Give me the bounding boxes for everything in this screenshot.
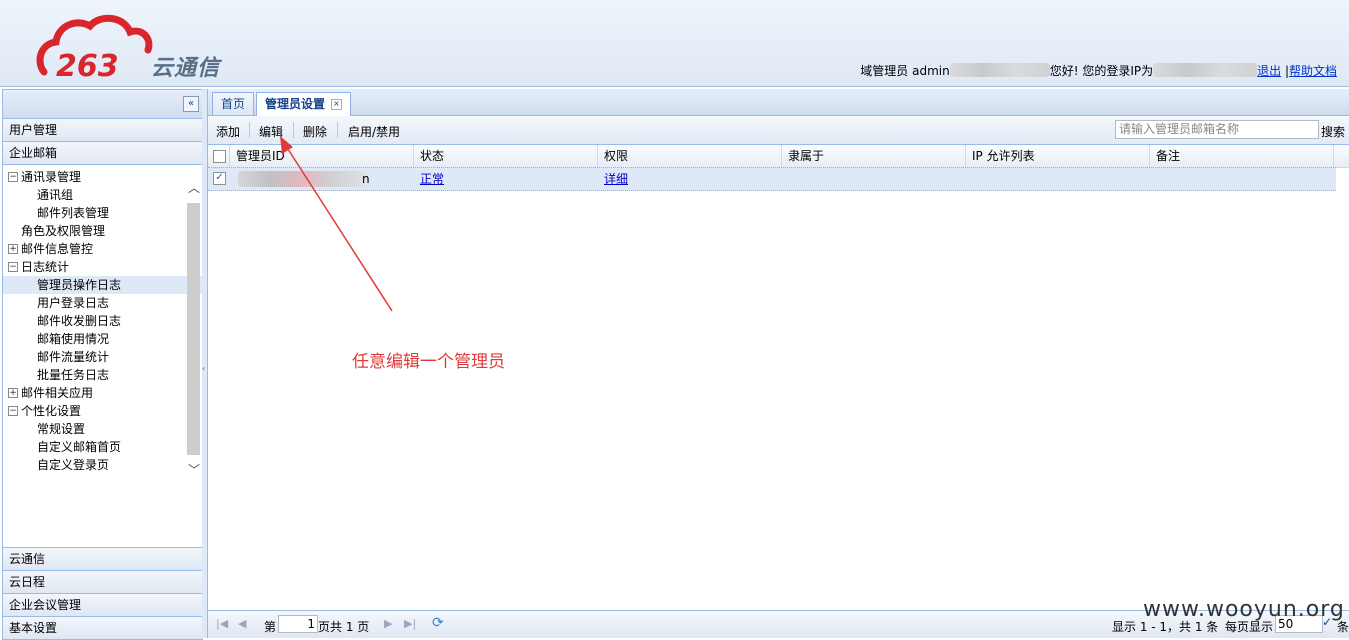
tree-scrollbar[interactable]: ︿ ﹀ <box>186 175 202 477</box>
section-meeting-management[interactable]: 企业会议管理 <box>3 594 202 617</box>
header-user-info: 域管理员 admin 您好! 您的登录IP为 退出 |帮助文档 <box>860 63 1337 78</box>
redacted-username <box>949 63 1050 77</box>
first-page-icon[interactable]: |◀ <box>216 617 228 630</box>
tree-item[interactable]: 通讯组 <box>3 186 202 204</box>
tree-item[interactable]: − 通讯录管理 <box>3 168 202 186</box>
expand-toggle-icon[interactable]: + <box>8 388 18 398</box>
next-page-icon[interactable]: ▶ <box>384 617 392 630</box>
left-nav-panel: « 用户管理 企业邮箱 − 通讯录管理 通讯组 邮件列表管理 角色及权限管理 + 邮件信息管… <box>2 89 203 640</box>
annotation-text: 任意编辑一个管理员 <box>352 352 505 372</box>
watermark: www.wooyun.org <box>1143 597 1345 622</box>
tree-item-label: 常规设置 <box>37 422 86 436</box>
tree-item[interactable]: 管理员操作日志 <box>3 276 202 294</box>
main-panel: 首页 管理员设置 × 添加 编辑 删除 启用/禁用 请输入管理员邮箱名称 搜索 管… <box>207 89 1349 638</box>
tree-item-label: 角色及权限管理 <box>21 224 106 238</box>
prev-page-icon[interactable]: ◀ <box>238 617 246 630</box>
toolbar-separator <box>249 122 250 138</box>
tree-item[interactable]: + 邮件相关应用 <box>3 384 202 402</box>
refresh-icon[interactable]: ⟳ <box>432 615 444 631</box>
collapse-toggle-icon[interactable]: − <box>8 172 18 182</box>
tab-strip: 首页 管理员设置 × <box>208 89 1349 116</box>
admin-label: 域管理员 admin <box>860 64 950 78</box>
tree-item-label: 通讯录管理 <box>21 170 82 184</box>
tree-item-label: 管理员操作日志 <box>37 278 122 292</box>
col-belongs-to[interactable]: 隶属于 <box>782 145 966 167</box>
tree-item-label: 批量任务日志 <box>37 368 110 382</box>
permission-detail-link[interactable]: 详细 <box>604 172 628 186</box>
col-note[interactable]: 备注 <box>1150 145 1334 167</box>
page-total: 页共 1 页 <box>318 620 370 634</box>
permission-cell: 详细 <box>598 168 628 190</box>
tree-item[interactable]: 邮件收发删日志 <box>3 312 202 330</box>
page-prefix: 第 <box>264 620 277 634</box>
svg-text:263: 263 <box>56 49 119 80</box>
tree-item[interactable]: − 日志统计 <box>3 258 202 276</box>
nav-tree: − 通讯录管理 通讯组 邮件列表管理 角色及权限管理 + 邮件信息管控 − 日志统计 管理员操作日… <box>3 165 202 537</box>
tree-item-label: 个性化设置 <box>21 404 82 418</box>
page-number-input[interactable]: 1 <box>278 615 318 633</box>
help-link[interactable]: 帮助文档 <box>1289 64 1337 78</box>
tree-item[interactable]: 常规设置 <box>3 420 202 438</box>
expand-toggle-icon[interactable]: + <box>8 244 18 254</box>
tree-item-label: 自定义邮箱首页 <box>37 440 122 454</box>
collapse-toggle-icon[interactable]: − <box>8 262 18 272</box>
logout-link[interactable]: 退出 <box>1257 64 1281 78</box>
tab-home[interactable]: 首页 <box>212 92 255 115</box>
header: 263 云通信 域管理员 admin 您好! 您的登录IP为 退出 |帮助文档 <box>0 0 1349 87</box>
logo-text: 云通信 <box>151 56 221 81</box>
row-checkbox[interactable]: ✓ <box>213 172 226 185</box>
section-cloud-calendar[interactable]: 云日程 <box>3 571 202 594</box>
add-button[interactable]: 添加 <box>216 123 240 140</box>
redacted-ip <box>1153 63 1258 77</box>
tab-home-label: 首页 <box>221 97 246 111</box>
close-icon[interactable]: × <box>331 99 343 110</box>
tab-admin-settings-label: 管理员设置 <box>265 97 326 111</box>
tree-item-label: 邮箱使用情况 <box>37 332 110 346</box>
tree-item-label: 邮件收发删日志 <box>37 314 122 328</box>
scroll-up-icon[interactable]: ︿ <box>186 181 202 195</box>
col-ip-allowlist[interactable]: IP 允许列表 <box>966 145 1150 167</box>
section-cloud-comm[interactable]: 云通信 <box>3 547 202 571</box>
col-status[interactable]: 状态 <box>414 145 598 167</box>
tab-admin-settings[interactable]: 管理员设置 × <box>256 92 352 116</box>
greeting-text: 您好! 您的登录IP为 <box>1049 64 1154 78</box>
tree-item-label: 用户登录日志 <box>37 296 110 310</box>
tree-item[interactable]: 邮件流量统计 <box>3 348 202 366</box>
double-chevron-left-icon[interactable]: « <box>183 96 199 112</box>
tree-item[interactable]: 批量任务日志 <box>3 366 202 384</box>
tree-item-label: 邮件相关应用 <box>21 386 94 400</box>
tree-item[interactable]: + 邮件信息管控 <box>3 240 202 258</box>
admin-search-input[interactable]: 请输入管理员邮箱名称 <box>1115 120 1319 139</box>
tree-item[interactable]: 自定义邮箱首页 <box>3 438 202 456</box>
collapse-toggle-icon[interactable]: − <box>8 406 18 416</box>
tree-item-label: 日志统计 <box>21 260 70 274</box>
tree-item-label: 邮件信息管控 <box>21 242 94 256</box>
tree-item[interactable]: 角色及权限管理 <box>3 222 202 240</box>
search-button[interactable]: 搜索 <box>1321 123 1345 140</box>
annotation-arrow-icon <box>280 136 393 312</box>
section-basic-settings[interactable]: 基本设置 <box>3 617 202 639</box>
tree-item-label: 通讯组 <box>37 188 74 202</box>
left-panel-header: « <box>3 90 202 119</box>
tree-item[interactable]: − 个性化设置 <box>3 402 202 420</box>
last-page-icon[interactable]: ▶| <box>404 617 416 630</box>
scroll-down-icon[interactable]: ﹀ <box>186 463 202 477</box>
col-permission[interactable]: 权限 <box>598 145 782 167</box>
tree-item[interactable]: 邮箱使用情况 <box>3 330 202 348</box>
tree-item-label: 自定义登录页 <box>37 458 110 472</box>
tree-item-label: 邮件列表管理 <box>37 206 110 220</box>
section-user-management[interactable]: 用户管理 <box>3 119 202 142</box>
left-bottom-sections: 云通信 云日程 企业会议管理 基本设置 <box>3 547 202 639</box>
tree-item[interactable]: 自定义登录页 <box>3 456 202 474</box>
section-enterprise-mail[interactable]: 企业邮箱 <box>3 142 202 165</box>
tree-item[interactable]: 邮件列表管理 <box>3 204 202 222</box>
status-link[interactable]: 正常 <box>420 172 444 186</box>
select-all-checkbox[interactable] <box>213 150 226 163</box>
tree-item-label: 邮件流量统计 <box>37 350 110 364</box>
scroll-thumb[interactable] <box>187 203 200 455</box>
grip-icon: ‹ <box>202 364 206 373</box>
status-cell: 正常 <box>414 168 444 190</box>
tree-item[interactable]: 用户登录日志 <box>3 294 202 312</box>
header-checkbox-cell <box>208 145 230 167</box>
